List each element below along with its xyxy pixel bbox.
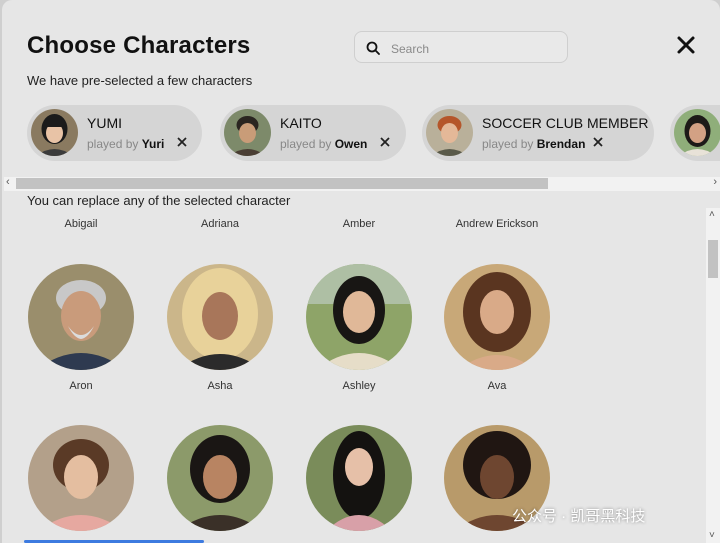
- avatar: [426, 109, 473, 156]
- remove-icon[interactable]: [592, 136, 604, 148]
- replace-hint: You can replace any of the selected char…: [27, 193, 291, 208]
- selected-chip-kaito[interactable]: KAITO played by Owen: [220, 105, 406, 161]
- actor-name: Owen: [334, 137, 368, 151]
- character-name: Aron: [69, 380, 93, 392]
- portrait: [28, 264, 134, 370]
- selected-chip-soccer-club-member[interactable]: SOCCER CLUB MEMBER played by Brendan: [422, 105, 654, 161]
- portrait: [306, 264, 412, 370]
- dialog-subtitle: We have pre-selected a few characters: [27, 73, 253, 88]
- played-by-text: played by Yuri: [87, 137, 165, 151]
- character-name[interactable]: Amber: [304, 218, 414, 230]
- portrait: [28, 425, 134, 531]
- character-name: Ava: [487, 380, 507, 392]
- played-by-text: played by Brendan: [482, 137, 586, 151]
- character-name: SOCCER CLUB MEMBER: [482, 115, 649, 131]
- remove-icon[interactable]: [176, 136, 188, 148]
- search-icon: [366, 41, 380, 55]
- selected-chip-partial[interactable]: [670, 105, 720, 161]
- search-box[interactable]: [354, 31, 568, 63]
- played-by-text: played by Owen: [280, 137, 368, 151]
- character-name[interactable]: Adriana: [165, 218, 275, 230]
- choose-characters-dialog: Choose Characters We have pre-selected a…: [2, 0, 720, 543]
- close-icon[interactable]: [674, 33, 698, 57]
- actor-name: Brendan: [536, 137, 586, 151]
- character-name[interactable]: Abigail: [26, 218, 136, 230]
- portrait: [167, 425, 273, 531]
- avatar: [31, 109, 78, 156]
- character-name[interactable]: Andrew Erickson: [442, 218, 552, 230]
- remove-icon[interactable]: [379, 136, 391, 148]
- portrait: [167, 264, 273, 370]
- horizontal-scrollbar[interactable]: ‹ ›: [4, 176, 720, 191]
- chevron-down-icon[interactable]: ˅: [709, 530, 715, 541]
- scrollbar-thumb[interactable]: [708, 240, 718, 278]
- watermark: 公众号 · 凯哥黑科技: [512, 508, 646, 525]
- character-name: YUMI: [87, 115, 122, 131]
- dialog-title: Choose Characters: [27, 32, 251, 59]
- search-input[interactable]: [389, 38, 563, 60]
- vertical-scrollbar[interactable]: ˄ ˅: [706, 208, 720, 543]
- character-name: Asha: [207, 380, 233, 392]
- selected-characters-row: YUMI played by Yuri KAITO played by Owen: [27, 105, 720, 163]
- character-grid: Abigail Adriana Amber Andrew Erickson Ar…: [2, 210, 707, 543]
- character-name: KAITO: [280, 115, 322, 131]
- avatar: [674, 109, 720, 156]
- actor-name: Yuri: [141, 137, 165, 151]
- avatar: [224, 109, 271, 156]
- selected-chip-yumi[interactable]: YUMI played by Yuri: [27, 105, 202, 161]
- chevron-right-icon[interactable]: ›: [713, 176, 717, 188]
- scrollbar-thumb[interactable]: [16, 178, 548, 189]
- chevron-up-icon[interactable]: ˄: [709, 209, 715, 220]
- character-name: Ashley: [342, 380, 376, 392]
- portrait: [444, 264, 550, 370]
- portrait: [306, 425, 412, 531]
- chevron-left-icon[interactable]: ‹: [6, 176, 10, 188]
